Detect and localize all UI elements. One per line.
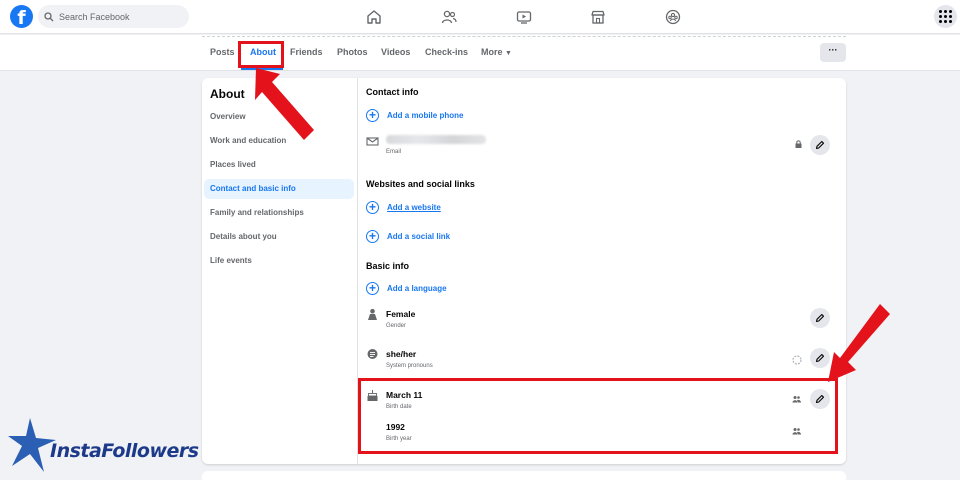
tab-photos[interactable]: Photos [337,47,368,57]
more-actions-button[interactable]: ··· [820,43,846,62]
sidebar-item-life-events[interactable]: Life events [204,251,354,271]
tab-check-ins[interactable]: Check-ins [425,47,468,57]
blurred-email-value [386,135,486,144]
about-tab-highlight [238,41,284,68]
gender-icon [368,308,377,320]
profile-tabs: Posts About Friends Photos Videos Check-… [0,35,960,71]
add-website-link[interactable]: + Add a website [366,200,441,214]
groups-icon[interactable] [665,9,681,25]
marketplace-icon[interactable] [590,9,606,25]
websites-heading: Websites and social links [366,179,475,189]
speech-bubble-icon [367,349,378,359]
tab-more[interactable]: More ▼ [481,47,512,57]
next-card [202,471,846,480]
add-language-label: Add a language [387,283,447,293]
sidebar-item-places-lived[interactable]: Places lived [204,155,354,175]
gender-label: Gender [386,323,407,329]
custom-audience-icon[interactable] [792,355,802,365]
sidebar-item-family-relationships[interactable]: Family and relationships [204,203,354,223]
red-arrow-icon [828,304,890,382]
gender-value: Female [386,309,416,319]
add-social-link-label: Add a social link [387,231,451,241]
plus-circle-icon: + [366,200,379,214]
contact-info-heading: Contact info [366,87,419,97]
lock-icon[interactable] [794,140,803,148]
add-social-link[interactable]: + Add a social link [366,229,450,243]
plus-circle-icon: + [366,281,379,295]
pronouns-label: System pronouns [386,363,433,369]
caret-down-icon: ▼ [505,50,512,57]
watermark-text: InstaFollowers [50,440,199,462]
edit-email-button[interactable] [810,135,830,155]
plus-circle-icon: + [366,229,379,243]
pencil-icon [815,140,825,150]
tab-friends[interactable]: Friends [290,47,323,57]
gender-row: Female Gender [366,308,836,334]
add-language-link[interactable]: + Add a language [366,281,447,295]
about-heading: About [210,87,245,101]
email-label: Email [386,149,402,155]
sidebar-item-contact-basic-info[interactable]: Contact and basic info [204,179,354,199]
birthday-highlight [358,378,838,454]
search-icon [44,11,54,21]
plus-circle-icon: + [366,108,379,122]
search-input[interactable]: Search Facebook [38,5,189,28]
add-website-label: Add a website [387,202,441,212]
watch-icon[interactable] [516,9,532,25]
add-mobile-phone-label: Add a mobile phone [387,110,464,120]
add-mobile-phone-link[interactable]: + Add a mobile phone [366,108,463,122]
tab-posts[interactable]: Posts [210,47,235,57]
sidebar-item-details-about-you[interactable]: Details about you [204,227,354,247]
pronouns-value: she/her [386,349,417,359]
email-row: Email [366,135,836,159]
grid-menu-icon[interactable] [934,5,957,28]
tab-more-label: More [481,47,503,57]
home-icon[interactable] [366,9,382,25]
red-arrow-icon [255,68,314,140]
tab-videos[interactable]: Videos [381,47,410,57]
search-placeholder: Search Facebook [59,11,130,22]
friends-icon[interactable] [441,9,457,25]
basic-info-heading: Basic info [366,261,410,271]
instafollowers-watermark: InstaFollowers [8,414,199,476]
divider [202,36,846,37]
envelope-icon [366,137,379,146]
top-navigation-bar: f Search Facebook [0,0,960,34]
facebook-logo[interactable]: f [10,5,33,28]
pronouns-row: she/her System pronouns [366,348,836,374]
